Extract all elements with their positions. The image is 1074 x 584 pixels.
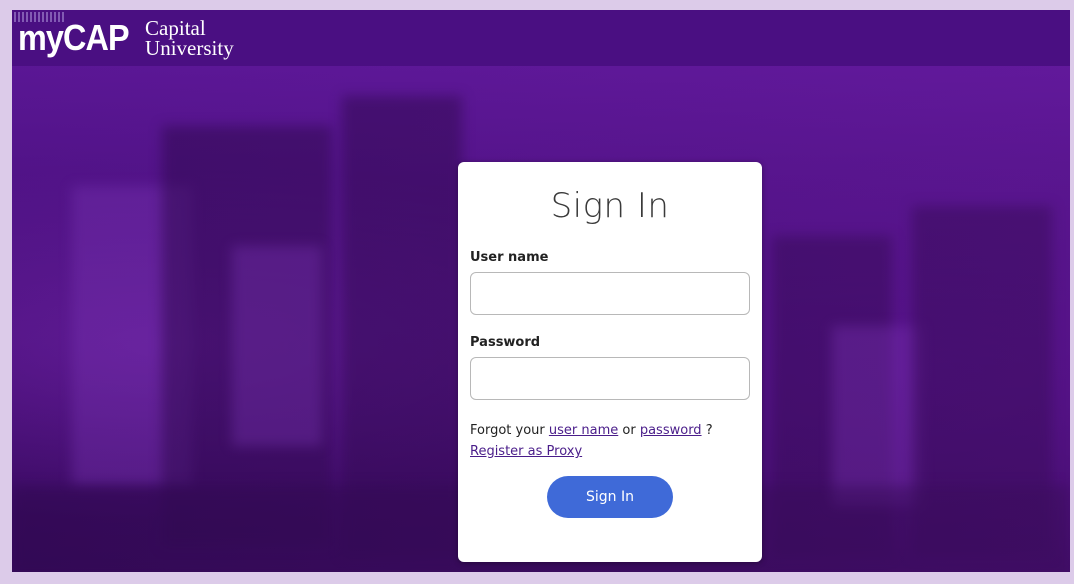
register-proxy-line: Register as Proxy xyxy=(470,444,750,459)
register-proxy-link[interactable]: Register as Proxy xyxy=(470,444,582,459)
browser-frame: myCAP Capital University Sign In User na… xyxy=(0,0,1074,584)
logo-text: myCAP xyxy=(18,17,130,58)
forgot-suffix: ? xyxy=(705,423,713,438)
forgot-username-link[interactable]: user name xyxy=(549,423,618,438)
university-line-2: University xyxy=(145,36,234,60)
sign-in-button[interactable]: Sign In xyxy=(547,476,673,518)
username-label: User name xyxy=(470,250,549,265)
password-label: Password xyxy=(470,335,541,350)
sign-in-card: Sign In User name Password Forgot your u… xyxy=(458,162,762,562)
forgot-or: or xyxy=(622,423,636,438)
sign-in-title: Sign In xyxy=(550,186,670,226)
forgot-password-link[interactable]: password xyxy=(640,423,702,438)
mycap-logo[interactable]: myCAP Capital University xyxy=(12,10,234,66)
page-viewport: myCAP Capital University Sign In User na… xyxy=(12,10,1070,572)
forgot-prefix: Forgot your xyxy=(470,423,545,438)
username-input[interactable] xyxy=(470,272,750,315)
university-line-1: Capital xyxy=(145,16,206,40)
university-name: Capital University xyxy=(145,16,234,60)
password-input[interactable] xyxy=(470,357,750,400)
site-header: myCAP Capital University xyxy=(12,10,1070,66)
forgot-credentials-line: Forgot your user name or password ? xyxy=(470,423,750,438)
